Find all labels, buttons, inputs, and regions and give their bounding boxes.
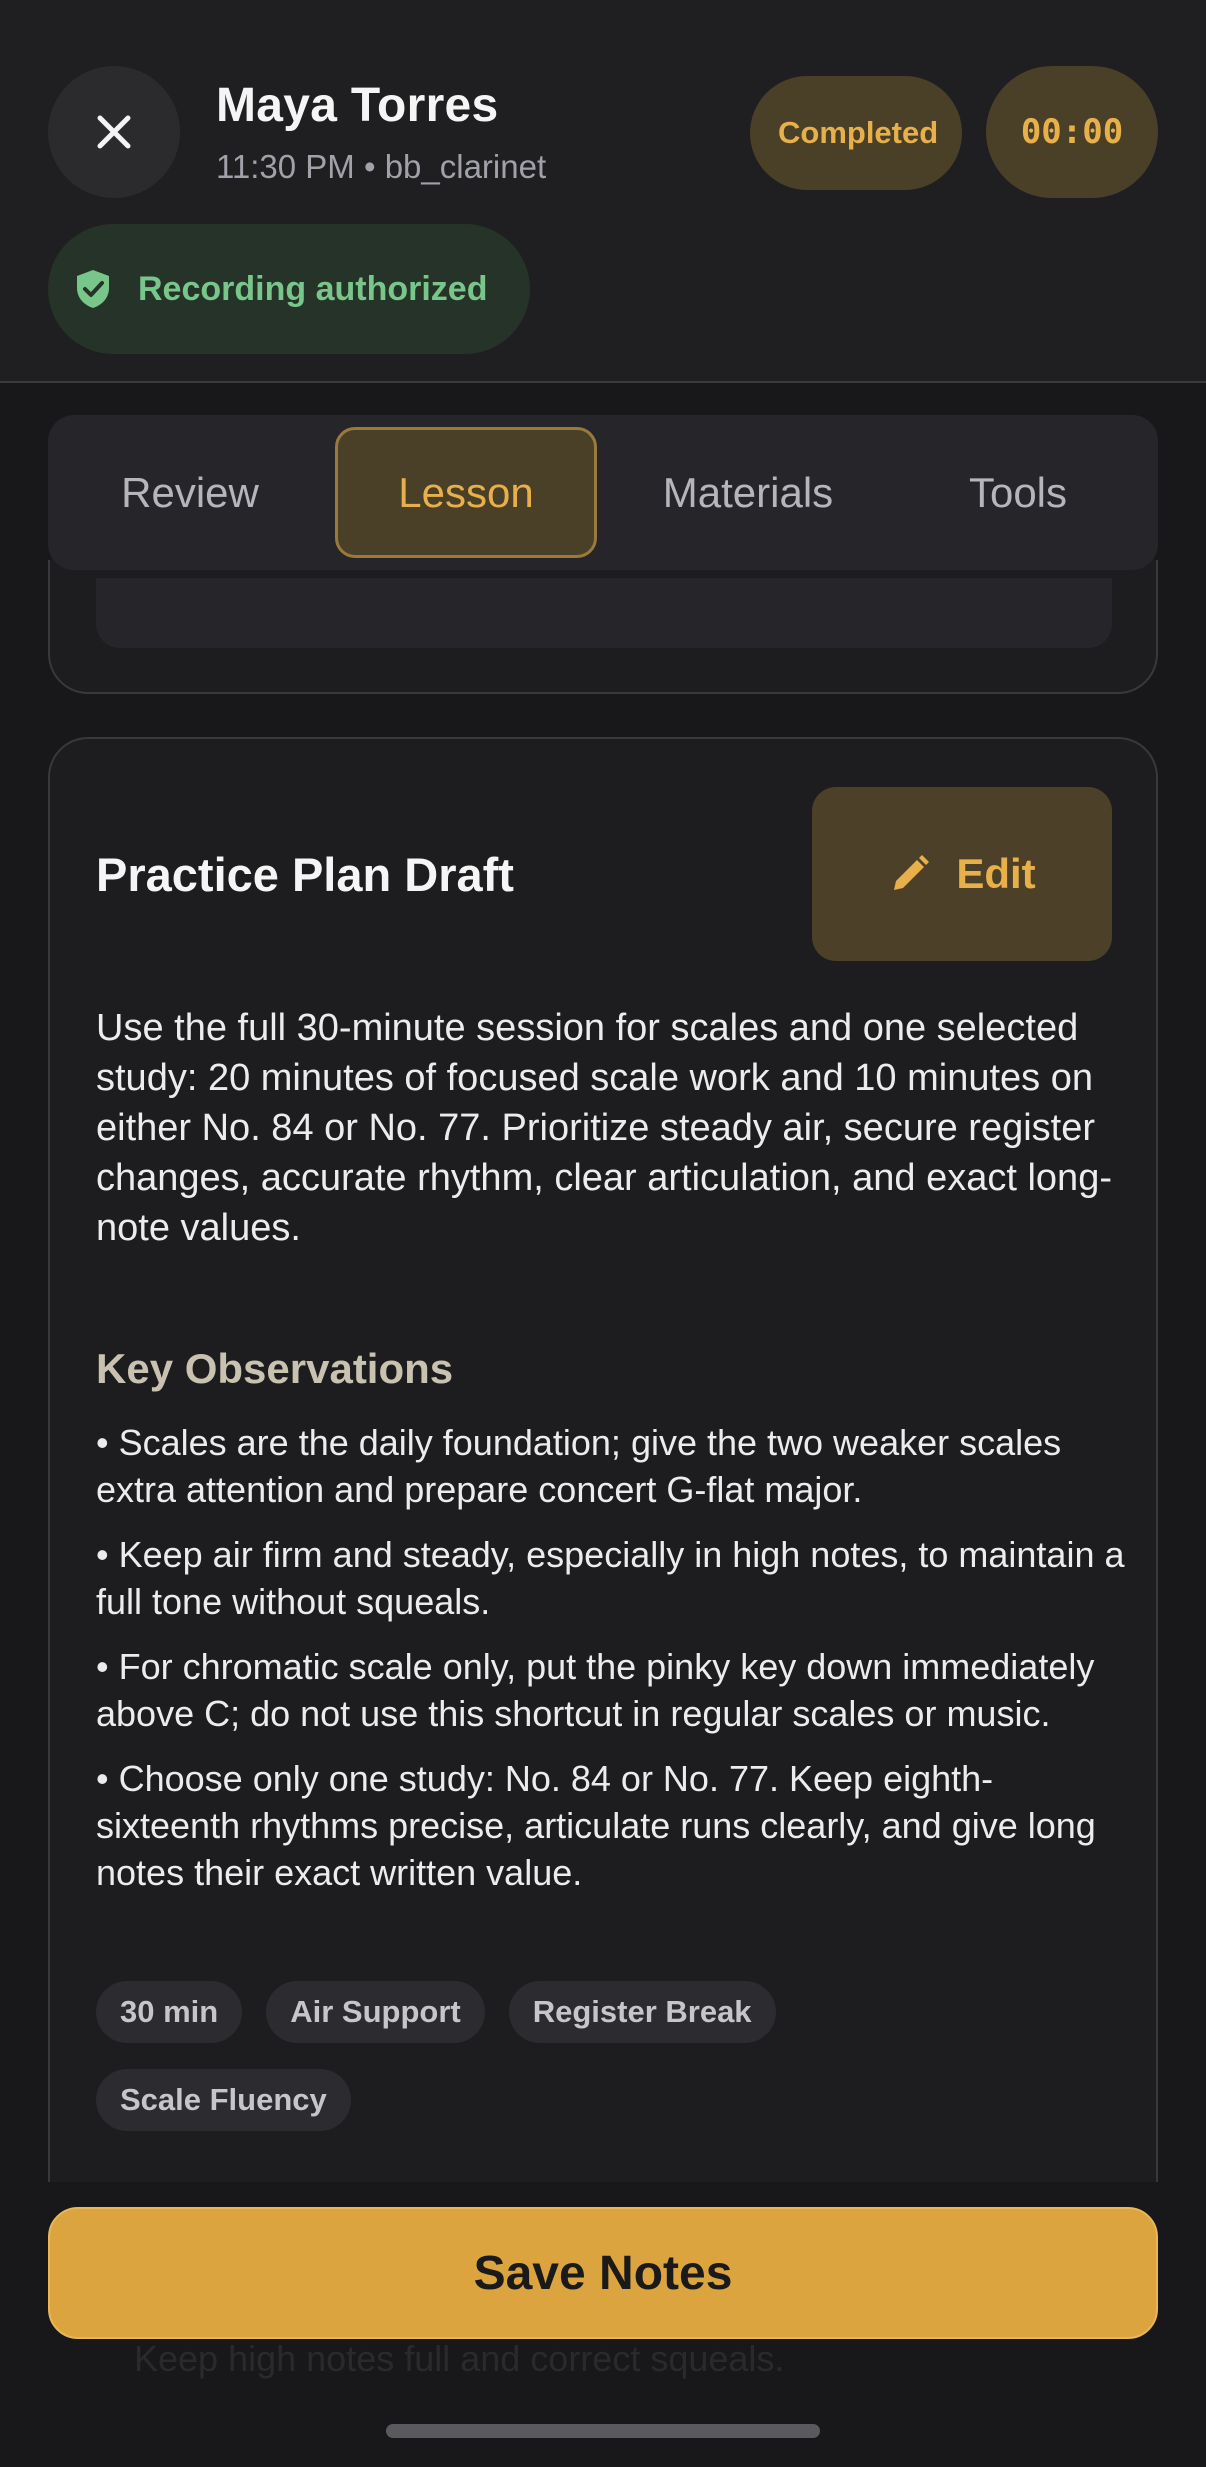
tab-tools[interactable]: Tools xyxy=(898,427,1138,558)
section-tabs: Review Lesson Materials Tools xyxy=(48,415,1158,570)
tag-chip: 30 min xyxy=(96,1981,243,2043)
observation-item: • Choose only one study: No. 84 or No. 7… xyxy=(96,1758,1096,1893)
tab-lesson[interactable]: Lesson xyxy=(335,427,597,558)
tag-chip: Scale Fluency xyxy=(96,2069,351,2131)
tab-review[interactable]: Review xyxy=(70,427,310,558)
save-notes-label: Save Notes xyxy=(473,2246,733,2300)
tab-materials[interactable]: Materials xyxy=(618,427,878,558)
tag-row: 30 min Air Support Register Break xyxy=(96,1981,1136,2043)
practice-plan-summary: Use the full 30-minute session for scale… xyxy=(96,1007,1112,1249)
observation-item: • For chromatic scale only, put the pink… xyxy=(96,1646,1095,1734)
key-observations-heading: Key Observations xyxy=(96,1345,454,1392)
tag-chip: Register Break xyxy=(508,1981,776,2043)
student-name: Maya Torres xyxy=(216,79,499,132)
edit-button-label: Edit xyxy=(956,850,1036,897)
previous-card-field xyxy=(96,578,1112,648)
home-indicator xyxy=(386,2424,820,2438)
edit-button[interactable]: Edit xyxy=(812,787,1112,961)
pencil-icon xyxy=(894,855,930,890)
close-button[interactable] xyxy=(48,66,180,198)
status-badge: Completed xyxy=(750,76,962,190)
recording-authorized-label: Recording authorized xyxy=(138,269,488,308)
key-observations-list: • Scales are the daily foundation; give … xyxy=(96,1419,1136,1914)
tag-row: Scale Fluency xyxy=(96,2069,1136,2131)
close-icon xyxy=(97,115,131,149)
lesson-notes-screen: Maya Torres 11:30 PM • bb_clarinet Compl… xyxy=(0,0,1206,2467)
save-notes-button[interactable]: Save Notes xyxy=(48,2207,1158,2339)
session-meta: 11:30 PM • bb_clarinet xyxy=(216,148,547,185)
observation-item: • Scales are the daily foundation; give … xyxy=(96,1422,1062,1510)
tag-chip: Air Support xyxy=(266,1981,485,2043)
shield-check-icon xyxy=(77,270,109,308)
practice-plan-title: Practice Plan Draft xyxy=(96,848,514,901)
session-timer: 00:00 xyxy=(986,66,1158,198)
observation-item: • Keep air firm and steady, especially i… xyxy=(96,1534,1125,1622)
practice-plan-card: Practice Plan Draft Edit Use the full 30… xyxy=(48,737,1158,2197)
previous-card xyxy=(48,560,1158,694)
session-header: Maya Torres 11:30 PM • bb_clarinet Compl… xyxy=(0,0,1206,383)
status-badge-label: Completed xyxy=(778,115,939,150)
session-timer-value: 00:00 xyxy=(1020,112,1124,152)
recording-authorized-badge: Recording authorized xyxy=(48,224,530,354)
